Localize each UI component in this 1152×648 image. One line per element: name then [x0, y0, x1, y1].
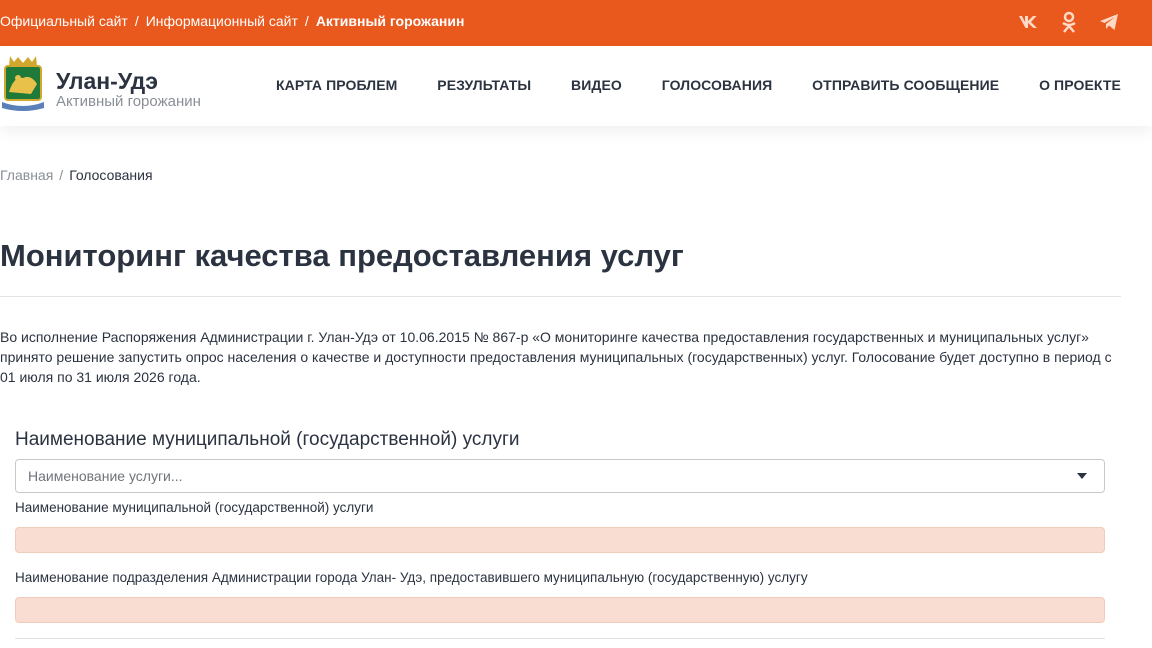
nav-voting[interactable]: ГОЛОСОВАНИЯ	[662, 77, 773, 93]
top-crumb-active-citizen[interactable]: Активный горожанин	[316, 13, 465, 29]
nav-problem-map[interactable]: КАРТА ПРОБЛЕМ	[276, 77, 397, 93]
form-section-title: Наименование муниципальной (государствен…	[15, 429, 520, 450]
top-crumb-separator: /	[304, 13, 309, 29]
service-name-label: Наименование муниципальной (государствен…	[15, 500, 374, 515]
city-coat-of-arms-logo[interactable]	[0, 54, 46, 114]
brand-title[interactable]: Улан-Удэ	[56, 68, 158, 94]
department-name-field[interactable]	[15, 597, 1105, 623]
breadcrumb-separator: /	[59, 167, 64, 183]
nav-about-project[interactable]: О ПРОЕКТЕ	[1039, 77, 1121, 93]
top-crumb-separator: /	[134, 13, 139, 29]
chevron-down-icon[interactable]	[1077, 473, 1087, 479]
top-crumb-info-site[interactable]: Информационный сайт	[146, 13, 298, 29]
top-crumbs: Официальный сайт / Информационный сайт / Акт…	[0, 13, 464, 29]
odnoklassniki-icon[interactable]	[1058, 11, 1080, 33]
telegram-icon[interactable]	[1098, 11, 1120, 33]
department-name-label: Наименование подразделения Администрации…	[15, 570, 808, 585]
nav-send-message[interactable]: ОТПРАВИТЬ СООБЩЕНИЕ	[812, 77, 999, 93]
title-divider	[0, 296, 1121, 297]
breadcrumb: Главная / Голосования	[0, 167, 153, 183]
breadcrumb-current: Голосования	[69, 167, 153, 183]
main-nav: КАРТА ПРОБЛЕМ РЕЗУЛЬТАТЫ ВИДЕО ГОЛОСОВАН…	[276, 77, 1121, 93]
intro-text: Во исполнение Распоряжения Администрации…	[0, 329, 1112, 385]
page-title: Мониторинг качества предоставления услуг	[0, 238, 684, 273]
top-crumb-official-site[interactable]: Официальный сайт	[0, 13, 128, 29]
service-select-placeholder: Наименование услуги...	[28, 468, 183, 484]
site-header: Улан-Удэ Активный горожанин КАРТА ПРОБЛЕ…	[0, 46, 1152, 126]
service-select[interactable]: Наименование услуги...	[15, 459, 1105, 493]
social-links	[1018, 11, 1120, 33]
nav-results[interactable]: РЕЗУЛЬТАТЫ	[437, 77, 531, 93]
nav-video[interactable]: ВИДЕО	[571, 77, 622, 93]
service-name-field[interactable]	[15, 527, 1105, 553]
vk-icon[interactable]	[1018, 11, 1040, 33]
top-bar: Официальный сайт / Информационный сайт / Акт…	[0, 0, 1152, 46]
breadcrumb-home[interactable]: Главная	[0, 167, 53, 183]
brand-subtitle: Активный горожанин	[56, 93, 201, 110]
form-divider	[15, 638, 1105, 639]
